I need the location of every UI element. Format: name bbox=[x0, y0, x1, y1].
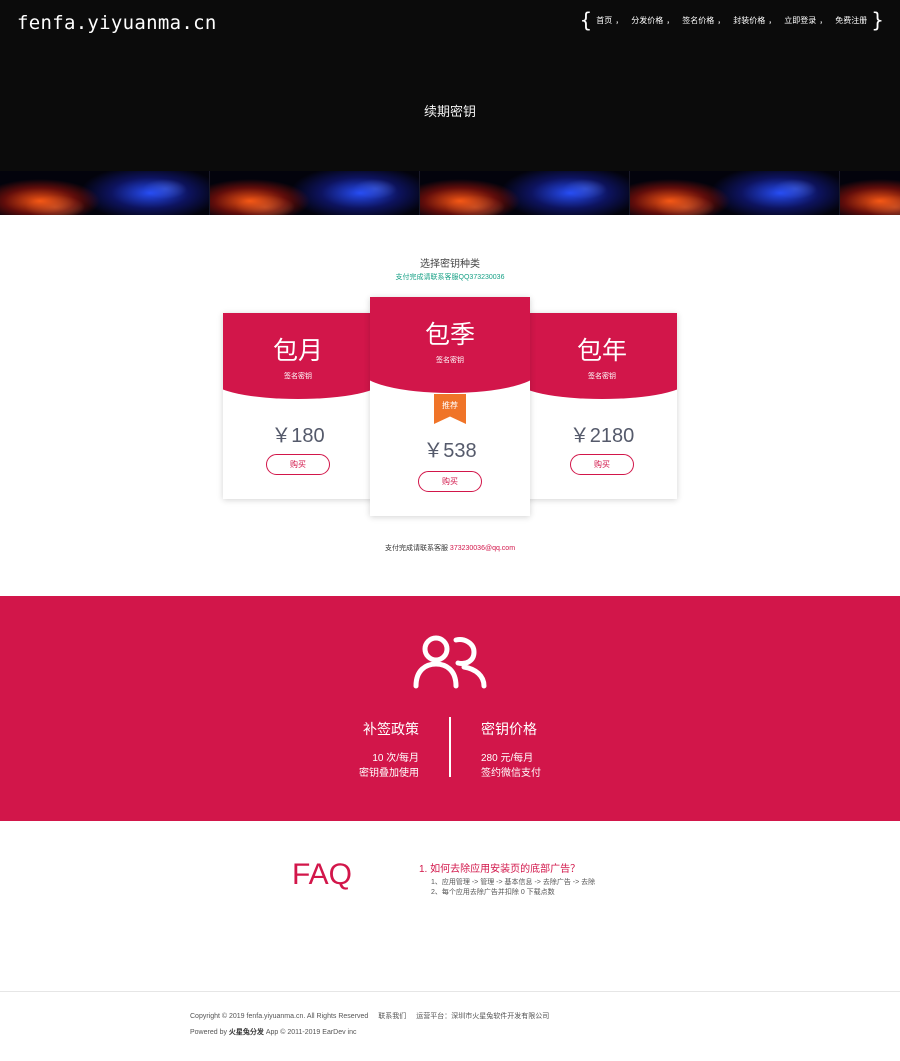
policy-left-line1: 10 次/每月 bbox=[372, 753, 419, 764]
nav-register[interactable]: 免费注册 bbox=[835, 15, 867, 26]
recommended-badge-label: 推荐 bbox=[442, 401, 458, 410]
plan-card-header: 包季 签名密钥 bbox=[370, 297, 530, 369]
nav-brace-open: { bbox=[579, 8, 593, 32]
contact-text: 支付完成请联系客服 bbox=[384, 545, 450, 552]
banner-tile bbox=[0, 171, 210, 215]
plan-desc: 签名密钥 bbox=[436, 357, 464, 364]
plan-card-yearly: 包年 签名密钥 ￥2180 购买 bbox=[527, 313, 677, 499]
footer-powered-suffix: App © 2011-2019 EarDev inc bbox=[263, 1029, 357, 1036]
policy-band bbox=[0, 596, 900, 821]
footer-operator: 运营平台：深圳市火星兔软件开发有限公司 bbox=[416, 1013, 550, 1020]
nav-separator: ， bbox=[768, 15, 777, 25]
buy-button-yearly[interactable]: 购买 bbox=[570, 454, 634, 475]
nav-separator: ， bbox=[666, 15, 675, 25]
faq-answer-line: 2、每个应用去除广告并扣除 0 下载点数 bbox=[431, 889, 555, 896]
footer-copyright: Copyright © 2019 fenfa.yiyuanma.cn. All … bbox=[190, 1013, 369, 1020]
plan-card-arc bbox=[370, 347, 530, 393]
buy-button-monthly[interactable]: 购买 bbox=[266, 454, 330, 475]
banner-tile bbox=[840, 171, 900, 215]
nav-separator: ， bbox=[819, 15, 828, 25]
banner-image-strip bbox=[0, 171, 900, 215]
policy-divider bbox=[449, 717, 451, 777]
nav-packaging-price[interactable]: 封装价格 bbox=[733, 15, 765, 26]
nav-distribution-price[interactable]: 分发价格 bbox=[631, 15, 663, 26]
nav-brace-close: } bbox=[871, 8, 884, 32]
plan-name: 包季 bbox=[424, 320, 475, 349]
contact-email-link[interactable]: 373230036@qq.com bbox=[450, 545, 515, 552]
nav-signing-price[interactable]: 签名价格 bbox=[682, 15, 714, 26]
footer-powered-brand[interactable]: 火星兔分发 bbox=[229, 1029, 264, 1036]
top-nav: { 首页， 分发价格， 签名价格， 封装价格， 立即登录， 免费注册 } bbox=[580, 10, 884, 30]
contact-note: 支付完成请联系客服 373230036@qq.com bbox=[0, 543, 900, 553]
plan-price: ￥2180 bbox=[569, 425, 635, 447]
plan-price: ￥538 bbox=[423, 440, 477, 462]
footer-row-2: Powered by 火星兔分发 App © 2011-2019 EarDev … bbox=[190, 1027, 357, 1037]
plan-card-monthly: 包月 签名密钥 ￥180 购买 bbox=[223, 313, 373, 499]
nav-login[interactable]: 立即登录 bbox=[784, 15, 816, 26]
hero-title: 续期密钥 bbox=[423, 104, 476, 119]
buy-button-quarterly[interactable]: 购买 bbox=[418, 471, 482, 492]
footer-row-1: Copyright © 2019 fenfa.yiyuanma.cn. All … bbox=[190, 1011, 557, 1021]
plan-card-arc bbox=[223, 363, 373, 399]
banner-tile bbox=[420, 171, 630, 215]
faq-question: 1. 如何去除应用安装页的底部广告？ bbox=[419, 864, 581, 875]
policy-right-line1: 280 元/每月 bbox=[481, 753, 534, 764]
nav-separator: ， bbox=[615, 15, 624, 25]
plan-price: ￥180 bbox=[271, 425, 325, 447]
users-icon bbox=[413, 635, 487, 689]
nav-home[interactable]: 首页 bbox=[596, 15, 612, 26]
site-logo[interactable]: fenfa.yiyuanma.cn bbox=[17, 12, 217, 34]
policy-right-title: 密钥价格 bbox=[481, 722, 537, 738]
faq-answers: 1、应用管理 -> 管理 -> 基本信息 -> 去除广告 -> 去除 2、每个应… bbox=[431, 878, 595, 898]
plan-name: 包月 bbox=[272, 336, 323, 365]
policy-right-line2: 签约微信支付 bbox=[481, 768, 541, 779]
footer-contact-link[interactable]: 联系我们 bbox=[378, 1013, 406, 1020]
faq-title: FAQ bbox=[292, 858, 353, 891]
plan-card-arc bbox=[527, 363, 677, 399]
policy-right-column: 密钥价格 280 元/每月 签约微信支付 bbox=[481, 719, 641, 781]
pricing-subtitle: 支付完成请联系客服QQ373230036 bbox=[395, 274, 505, 281]
plan-name: 包年 bbox=[576, 336, 627, 365]
header: fenfa.yiyuanma.cn { 首页， 分发价格， 签名价格， 封装价格… bbox=[0, 0, 900, 171]
pricing-title: 选择密钥种类 bbox=[420, 259, 480, 270]
nav-separator: ， bbox=[717, 15, 726, 25]
policy-left-title: 补签政策 bbox=[363, 722, 419, 738]
policy-left-line2: 密钥叠加使用 bbox=[359, 768, 419, 779]
banner-tile bbox=[630, 171, 840, 215]
plan-desc: 签名密钥 bbox=[588, 373, 616, 380]
plan-card-header: 包月 签名密钥 bbox=[223, 313, 373, 385]
plan-desc: 签名密钥 bbox=[284, 373, 312, 380]
footer-divider bbox=[0, 991, 900, 992]
banner-tile bbox=[210, 171, 420, 215]
plan-card-header: 包年 签名密钥 bbox=[527, 313, 677, 385]
policy-left-column: 补签政策 10 次/每月 密钥叠加使用 bbox=[300, 719, 419, 781]
faq-answer-line: 1、应用管理 -> 管理 -> 基本信息 -> 去除广告 -> 去除 bbox=[431, 879, 596, 886]
footer-powered-prefix: Powered by bbox=[190, 1029, 229, 1036]
